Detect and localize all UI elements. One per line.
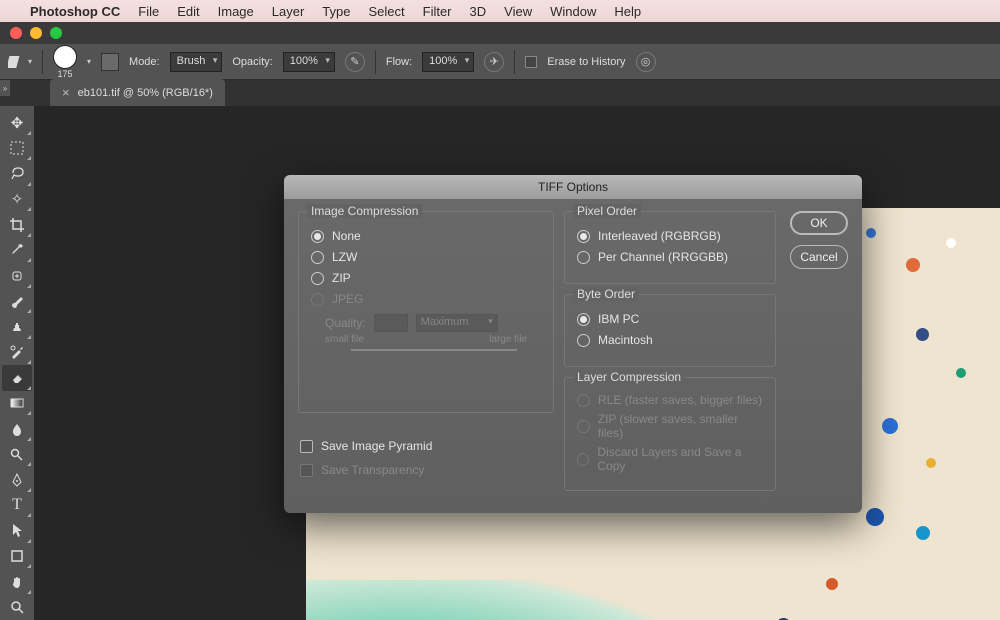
- dodge-tool-icon[interactable]: [2, 442, 32, 468]
- mode-label: Mode:: [129, 56, 160, 68]
- healing-brush-tool-icon[interactable]: [2, 263, 32, 289]
- brush-preview[interactable]: 175: [53, 45, 77, 79]
- cancel-button[interactable]: Cancel: [790, 245, 848, 269]
- compression-lzw-radio[interactable]: LZW: [311, 250, 541, 264]
- blur-tool-icon[interactable]: [2, 416, 32, 442]
- menu-filter[interactable]: Filter: [423, 4, 452, 19]
- tiff-options-dialog: TIFF Options Image Compression None LZW …: [284, 175, 862, 513]
- save-transparency-checkbox: Save Transparency: [300, 463, 554, 477]
- history-brush-tool-icon[interactable]: [2, 340, 32, 366]
- document-tabbar: × eb101.tif @ 50% (RGB/16*): [0, 80, 1000, 106]
- app-name[interactable]: Photoshop CC: [30, 4, 120, 19]
- shape-tool-icon[interactable]: [2, 544, 32, 570]
- menu-layer[interactable]: Layer: [272, 4, 305, 19]
- compression-none-radio[interactable]: None: [311, 229, 541, 243]
- tool-preset-picker[interactable]: ▾: [8, 54, 32, 70]
- menu-view[interactable]: View: [504, 4, 532, 19]
- gradient-tool-icon[interactable]: [2, 391, 32, 417]
- crop-tool-icon[interactable]: [2, 212, 32, 238]
- panel-expand-icon[interactable]: »: [0, 80, 10, 96]
- eraser-tool-icon[interactable]: [2, 365, 32, 391]
- lasso-tool-icon[interactable]: [2, 161, 32, 187]
- layercomp-discard-radio: Discard Layers and Save a Copy: [577, 445, 763, 473]
- type-tool-icon[interactable]: T: [2, 493, 32, 519]
- menu-file[interactable]: File: [138, 4, 159, 19]
- mode-dropdown[interactable]: Brush: [170, 52, 223, 72]
- large-file-label: large file: [489, 334, 527, 345]
- macos-menubar: Photoshop CC File Edit Image Layer Type …: [0, 0, 1000, 22]
- document-title: eb101.tif @ 50% (RGB/16*): [78, 87, 213, 99]
- close-window-icon[interactable]: [10, 27, 22, 39]
- brush-tool-icon[interactable]: [2, 289, 32, 315]
- menu-edit[interactable]: Edit: [177, 4, 199, 19]
- minimize-window-icon[interactable]: [30, 27, 42, 39]
- layercomp-legend: Layer Compression: [573, 370, 685, 384]
- brush-size-label: 175: [58, 69, 73, 79]
- menu-3d[interactable]: 3D: [470, 4, 487, 19]
- quality-label: Quality:: [325, 316, 366, 330]
- opacity-pressure-icon[interactable]: ✎: [345, 52, 365, 72]
- byteorder-legend: Byte Order: [573, 287, 639, 301]
- dialog-title: TIFF Options: [284, 175, 862, 199]
- airbrush-icon[interactable]: ✈: [484, 52, 504, 72]
- brush-panel-icon[interactable]: [101, 53, 119, 71]
- zoom-window-icon[interactable]: [50, 27, 62, 39]
- flow-label: Flow:: [386, 56, 412, 68]
- pressure-size-icon[interactable]: ◎: [636, 52, 656, 72]
- compression-zip-radio[interactable]: ZIP: [311, 271, 541, 285]
- close-tab-icon[interactable]: ×: [62, 85, 70, 100]
- hand-tool-icon[interactable]: [2, 569, 32, 595]
- layercomp-zip-radio: ZIP (slower saves, smaller files): [577, 412, 763, 440]
- pixelorder-interleaved-radio[interactable]: Interleaved (RGBRGB): [577, 229, 763, 243]
- menu-image[interactable]: Image: [218, 4, 254, 19]
- zoom-tool-icon[interactable]: [2, 595, 32, 620]
- erase-history-checkbox[interactable]: [525, 56, 537, 68]
- menu-select[interactable]: Select: [368, 4, 404, 19]
- pixelorder-perchannel-radio[interactable]: Per Channel (RRGGBB): [577, 250, 763, 264]
- small-file-label: small file: [325, 334, 364, 345]
- quality-value-input: [374, 314, 408, 332]
- menu-help[interactable]: Help: [614, 4, 641, 19]
- compression-legend: Image Compression: [307, 204, 422, 218]
- quality-slider: [351, 349, 517, 351]
- byteorder-ibm-radio[interactable]: IBM PC: [577, 312, 763, 326]
- flow-dropdown[interactable]: 100%: [422, 52, 474, 72]
- tool-panel: ✥ ✧ T: [0, 106, 34, 620]
- window-controls: [0, 22, 1000, 44]
- menu-window[interactable]: Window: [550, 4, 596, 19]
- magic-wand-tool-icon[interactable]: ✧: [2, 187, 32, 213]
- options-bar: ▾ 175 ▾ Mode: Brush Opacity: 100% ✎ Flow…: [0, 44, 1000, 80]
- ok-button[interactable]: OK: [790, 211, 848, 235]
- opacity-label: Opacity:: [232, 56, 272, 68]
- menu-type[interactable]: Type: [322, 4, 350, 19]
- byteorder-mac-radio[interactable]: Macintosh: [577, 333, 763, 347]
- layercomp-rle-radio: RLE (faster saves, bigger files): [577, 393, 763, 407]
- clone-stamp-tool-icon[interactable]: [2, 314, 32, 340]
- move-tool-icon[interactable]: ✥: [2, 110, 32, 136]
- marquee-tool-icon[interactable]: [2, 136, 32, 162]
- pixelorder-legend: Pixel Order: [573, 204, 641, 218]
- path-select-tool-icon[interactable]: [2, 518, 32, 544]
- pen-tool-icon[interactable]: [2, 467, 32, 493]
- document-tab[interactable]: × eb101.tif @ 50% (RGB/16*): [50, 79, 225, 106]
- eyedropper-tool-icon[interactable]: [2, 238, 32, 264]
- quality-preset-dropdown: Maximum: [416, 314, 498, 332]
- save-pyramid-checkbox[interactable]: Save Image Pyramid: [300, 439, 554, 453]
- opacity-dropdown[interactable]: 100%: [283, 52, 335, 72]
- compression-jpeg-radio: JPEG: [311, 292, 541, 306]
- erase-history-label: Erase to History: [547, 56, 625, 68]
